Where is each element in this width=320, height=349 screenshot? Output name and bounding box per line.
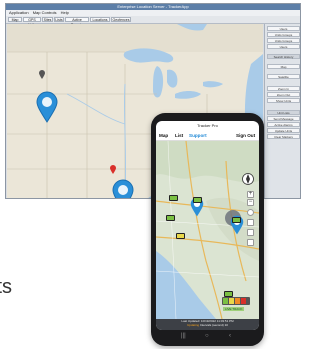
side-button[interactable]: Zoom In — [267, 86, 300, 91]
nav-support[interactable]: Support — [189, 131, 207, 140]
side-button[interactable]: Units Groups — [267, 32, 300, 37]
zoom-in-button[interactable]: + — [247, 191, 254, 198]
vehicle-marker[interactable] — [232, 217, 241, 223]
tab-lists[interactable]: Lists — [54, 17, 64, 22]
tab-geofences[interactable]: Geofences — [111, 17, 131, 22]
live-track-label: LIVE TRACK — [223, 307, 245, 311]
menu-map-controls[interactable]: Map Controls — [33, 10, 57, 15]
vehicle-marker[interactable] — [176, 233, 185, 239]
map-pin-small-red[interactable] — [110, 165, 116, 174]
phone-device: Tracker Pro Map List Support Sign Out + … — [151, 113, 264, 346]
tab-locations[interactable]: Locations — [90, 17, 110, 22]
fullscreen-icon[interactable] — [247, 239, 254, 246]
side-button[interactable]: Update Units — [267, 128, 300, 133]
tab-active-reports[interactable]: Active Reports — [65, 17, 89, 27]
nav-sign-out[interactable]: Sign Out — [236, 131, 255, 140]
map-pin-marker[interactable] — [36, 91, 58, 123]
tab-sites[interactable]: Sites — [42, 17, 53, 22]
menu-help[interactable]: Help — [61, 10, 69, 15]
side-button[interactable]: Search History — [267, 54, 300, 59]
phone-status-bar: Last Updated: 10/19/2022 11:03:51 PM Upd… — [156, 319, 259, 330]
side-button[interactable]: Active Alarms — [267, 122, 300, 127]
side-button[interactable]: Satellite — [267, 74, 300, 79]
phone-screen: Tracker Pro Map List Support Sign Out + … — [156, 121, 259, 330]
locate-icon[interactable] — [247, 209, 254, 216]
phone-nav-bar: Map List Support Sign Out — [156, 131, 259, 141]
phone-map[interactable]: + − LIVE TRACK — [156, 141, 259, 319]
status-highlight: Updating — [187, 323, 200, 327]
layers-icon[interactable] — [247, 219, 254, 226]
vehicle-marker[interactable] — [166, 215, 175, 221]
side-button[interactable]: Unit Lists — [267, 110, 300, 115]
side-button[interactable]: Map — [267, 64, 300, 69]
settings-icon[interactable] — [247, 229, 254, 236]
caption-text: its — [0, 276, 12, 298]
live-track-slider[interactable] — [222, 297, 250, 305]
phone-app-title: Tracker Pro — [197, 123, 218, 128]
vehicle-marker[interactable] — [169, 195, 178, 201]
side-button[interactable]: Clear Markers — [267, 134, 300, 139]
menu-application[interactable]: Application — [9, 10, 29, 15]
back-icon[interactable]: ||| — [181, 333, 186, 339]
tab-gps-units[interactable]: GPS Units — [23, 17, 41, 27]
side-button[interactable]: Show Units — [267, 98, 300, 103]
side-button[interactable]: Users — [267, 26, 300, 31]
nav-list[interactable]: List — [175, 131, 183, 140]
side-panel: Users Units Groups Units Groups Users Se… — [264, 24, 300, 198]
phone-home-bar: ||| ○ ‹ — [151, 333, 264, 343]
map-pin-marker[interactable] — [112, 179, 134, 199]
nav-map[interactable]: Map — [159, 131, 168, 140]
status-line-interval: Intervals (second) 10 — [199, 323, 228, 327]
tab-map[interactable]: Map — [8, 17, 22, 22]
home-icon[interactable]: ○ — [205, 333, 209, 339]
side-button[interactable]: Zoom Out — [267, 92, 300, 97]
side-button[interactable]: Users — [267, 44, 300, 49]
zoom-out-button[interactable]: − — [247, 199, 254, 206]
compass-icon[interactable] — [242, 173, 254, 185]
vehicle-marker[interactable] — [193, 197, 202, 203]
side-button[interactable]: Send Message — [267, 116, 300, 121]
map-pin-small-gray[interactable] — [39, 70, 45, 79]
recents-icon[interactable]: ‹ — [229, 333, 231, 339]
side-button[interactable]: Units Groups — [267, 38, 300, 43]
tab-bar: Map GPS Units Sites Lists Active Reports… — [6, 16, 300, 27]
